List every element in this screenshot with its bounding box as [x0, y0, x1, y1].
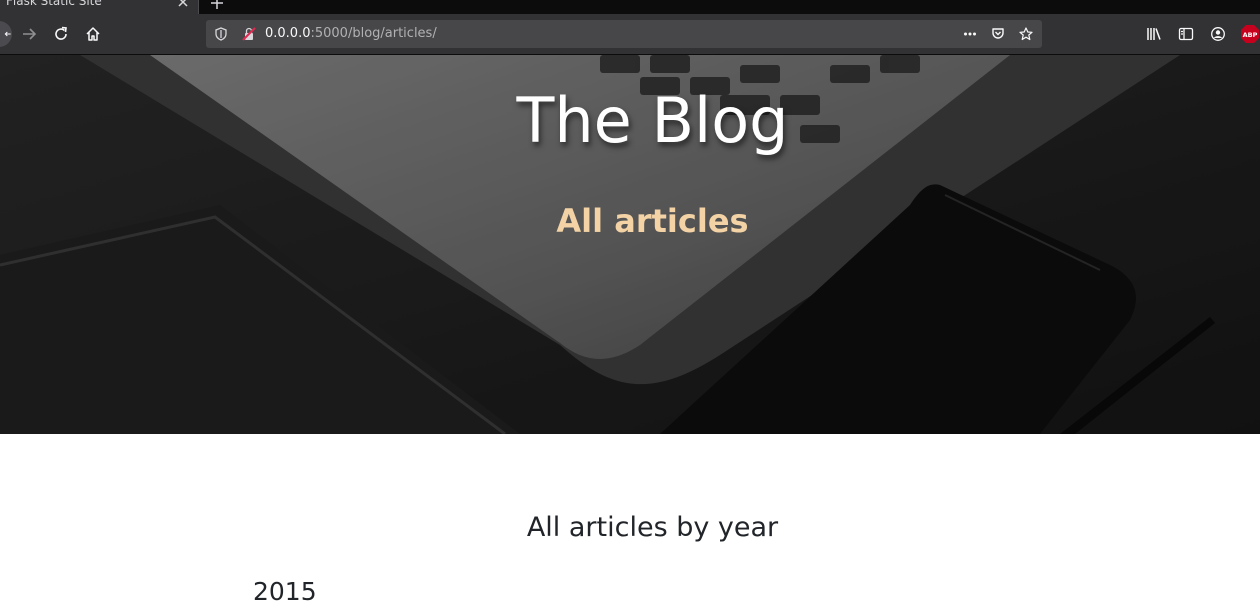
section-heading: All articles by year: [526, 512, 779, 543]
more-actions-icon[interactable]: [963, 27, 977, 41]
reload-icon: [55, 26, 67, 40]
back-arrow-icon: [4, 31, 11, 37]
new-tab-icon[interactable]: [210, 0, 224, 10]
masthead: The Blog All articles: [0, 55, 1260, 434]
year-heading: 2015: [253, 577, 317, 606]
url-bar[interactable]: 0.0.0.0:5000/blog/articles/: [206, 20, 1042, 48]
tab-title: Flask Static Site: [6, 0, 102, 8]
site-title: The Blog: [516, 84, 789, 157]
navigation-toolbar: 0.0.0.0:5000/blog/articles/ ABP: [0, 14, 1260, 55]
forward-button[interactable]: [17, 22, 41, 46]
forward-arrow-icon: [23, 28, 37, 40]
url-text[interactable]: 0.0.0.0:5000/blog/articles/: [265, 20, 437, 48]
sidebar-icon: [1178, 27, 1194, 41]
adblock-plus-icon: ABP: [1241, 25, 1259, 43]
back-button[interactable]: [0, 21, 12, 47]
close-icon[interactable]: [176, 0, 190, 9]
library-icon: [1147, 28, 1161, 40]
bookmark-star-icon[interactable]: [1019, 27, 1033, 41]
browser-tab[interactable]: Flask Static Site: [0, 0, 199, 14]
pocket-icon[interactable]: [991, 27, 1005, 41]
account-icon: [1211, 27, 1225, 41]
reload-button[interactable]: [49, 22, 73, 46]
insecure-connection-icon[interactable]: [242, 27, 256, 41]
tracking-shield-icon[interactable]: [214, 27, 228, 41]
adblock-button[interactable]: ABP: [1238, 22, 1260, 46]
home-button[interactable]: [81, 22, 105, 46]
url-path: :5000/blog/articles/: [310, 26, 437, 41]
tab-strip: Flask Static Site: [0, 0, 1260, 14]
account-button[interactable]: [1206, 22, 1230, 46]
page-subtitle: All articles: [556, 202, 749, 240]
home-icon: [86, 27, 100, 41]
library-button[interactable]: [1142, 22, 1166, 46]
url-host: 0.0.0.0: [265, 26, 311, 41]
sidebar-button[interactable]: [1174, 22, 1198, 46]
svg-text:ABP: ABP: [1243, 31, 1258, 39]
